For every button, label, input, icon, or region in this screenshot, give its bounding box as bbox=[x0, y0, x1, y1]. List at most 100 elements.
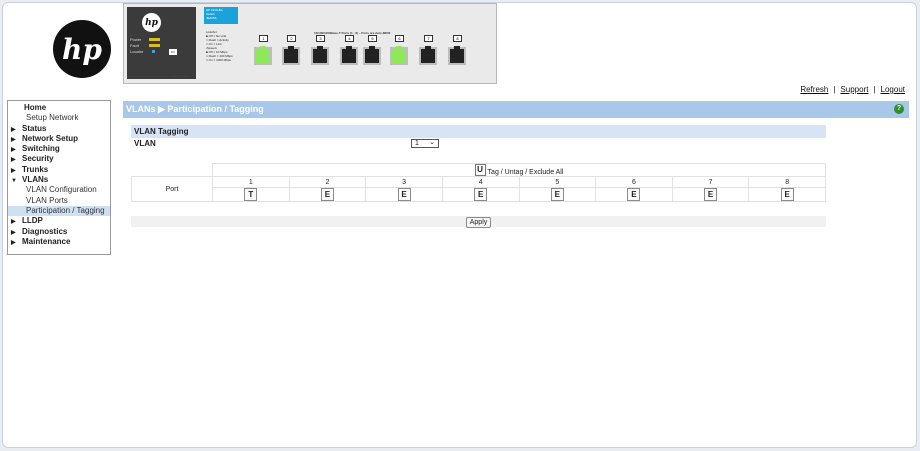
switch-front-panel: hp Power Fault Locator Fn ○ Reset ○ Clea… bbox=[123, 3, 497, 84]
hp-logo: hp bbox=[53, 20, 111, 78]
port-state-cell: E bbox=[748, 187, 826, 202]
tag-state-button[interactable]: T bbox=[244, 188, 258, 201]
port-number-label: 2 bbox=[287, 35, 296, 42]
link-separator: | bbox=[873, 85, 876, 94]
tag-state-button[interactable]: E bbox=[550, 188, 564, 201]
sidebar-item[interactable]: ▶ Switching bbox=[8, 144, 110, 154]
power-led bbox=[149, 38, 160, 41]
tag-all-label: Tag / Untag / Exclude All bbox=[487, 169, 564, 176]
sidebar-item[interactable]: VLAN Configuration bbox=[8, 185, 110, 195]
port-state-cell: E bbox=[518, 187, 597, 202]
help-icon[interactable]: ? bbox=[894, 104, 904, 114]
apply-row: Apply bbox=[131, 216, 826, 228]
sidebar-item[interactable]: Home bbox=[8, 103, 110, 113]
led-label-fault: Fault bbox=[130, 43, 139, 48]
sidebar-nav: Home Setup Network ▶ Status ▶ Network Setup ▶ S… bbox=[7, 100, 111, 255]
reset-clear-label: ○ Reset ○ Clear bbox=[169, 74, 191, 78]
ethernet-port-icon[interactable] bbox=[363, 46, 381, 65]
vlan-select-value: 1 bbox=[415, 140, 419, 147]
port-number-label: 4 bbox=[345, 35, 354, 42]
hp-mini-logo: hp bbox=[142, 13, 161, 32]
sidebar-item-label: Diagnostics bbox=[22, 226, 68, 236]
tag-state-button[interactable]: E bbox=[397, 188, 411, 201]
port-state-row: TEEEEEEE bbox=[132, 187, 826, 202]
ethernet-port-icon[interactable] bbox=[448, 46, 466, 65]
fault-led bbox=[149, 44, 160, 47]
port-number-cell: 1 bbox=[212, 176, 290, 188]
model-badge: HP 1910-8G Switch JE005A bbox=[204, 7, 238, 24]
page-title: VLANs ▶ Participation / Tagging bbox=[126, 104, 264, 114]
sidebar-item[interactable]: VLAN Ports bbox=[8, 196, 110, 206]
sidebar-item[interactable]: ▶ LLDP bbox=[8, 216, 110, 226]
switch-left-panel: hp Power Fault Locator Fn bbox=[127, 7, 196, 79]
sidebar-item[interactable]: ▶ Network Setup bbox=[8, 134, 110, 144]
vlan-label: VLAN bbox=[134, 139, 156, 148]
logout-link[interactable]: Logout bbox=[881, 85, 905, 94]
tag-state-button[interactable]: E bbox=[780, 188, 794, 201]
sidebar-item[interactable]: ▶ Trunks bbox=[8, 165, 110, 175]
legend-line: □ On = 1000 Mbps bbox=[206, 58, 231, 62]
ethernet-port-icon[interactable] bbox=[390, 46, 408, 65]
port-number-cell: 8 bbox=[748, 176, 826, 188]
caret-right-icon: ▶ bbox=[11, 157, 16, 164]
sidebar-item[interactable]: ▶ Maintenance bbox=[8, 237, 110, 247]
all-ports-row: U Tag / Untag / Exclude All bbox=[132, 163, 826, 177]
sidebar-item-label: VLAN Ports bbox=[26, 195, 68, 205]
port-number-label: 7 bbox=[424, 35, 433, 42]
sidebar-item[interactable]: ▶ Status bbox=[8, 124, 110, 134]
apply-button[interactable]: Apply bbox=[465, 217, 492, 228]
vlan-row: VLAN 1 ⌄ bbox=[131, 138, 826, 149]
port-number-label: 6 bbox=[395, 35, 404, 42]
support-link[interactable]: Support bbox=[840, 85, 868, 94]
sidebar-item-label: Maintenance bbox=[22, 236, 71, 246]
port-number-cell: 6 bbox=[595, 176, 673, 188]
port-state-cell: E bbox=[288, 187, 367, 202]
fn-button: Fn bbox=[169, 49, 177, 55]
sidebar-item-label: Switching bbox=[22, 144, 60, 154]
sidebar-item[interactable]: Participation / Tagging bbox=[8, 205, 110, 217]
sidebar-item-label: Setup Network bbox=[26, 113, 79, 123]
port-number-label: 8 bbox=[453, 35, 462, 42]
sidebar-item-label: Trunks bbox=[22, 164, 49, 174]
port-number-cell: 2 bbox=[288, 176, 367, 188]
port-number-row: Port 12345678 bbox=[131, 176, 826, 202]
caret-right-icon: ▶ bbox=[11, 239, 16, 246]
port-number-cell: 4 bbox=[441, 176, 520, 188]
port-number-cell: 3 bbox=[365, 176, 443, 188]
caret-down-icon: ▼ bbox=[11, 178, 17, 185]
top-links: Refresh | Support | Logout bbox=[800, 85, 905, 94]
vlan-select[interactable]: 1 ⌄ bbox=[411, 139, 439, 148]
ethernet-port-icon[interactable] bbox=[254, 46, 272, 65]
sidebar-item-label: Home bbox=[24, 103, 47, 112]
section-heading: VLAN Tagging bbox=[131, 125, 826, 138]
ethernet-port-icon[interactable] bbox=[419, 46, 437, 65]
sidebar-item[interactable]: ▼ VLANs bbox=[8, 175, 110, 185]
port-number-label: 1 bbox=[259, 35, 268, 42]
sidebar-item-label: Participation / Tagging bbox=[26, 205, 105, 215]
port-header: Port bbox=[131, 176, 213, 202]
all-ports-cell: U Tag / Untag / Exclude All bbox=[212, 163, 826, 177]
port-state-cell: E bbox=[671, 187, 750, 202]
tag-state-button[interactable]: E bbox=[474, 188, 488, 201]
model-line: JE005A bbox=[206, 16, 217, 20]
tag-state-button[interactable]: E bbox=[704, 188, 718, 201]
sidebar-item-label: Status bbox=[22, 123, 47, 133]
sidebar-item[interactable]: ▶ Diagnostics bbox=[8, 227, 110, 237]
refresh-link[interactable]: Refresh bbox=[800, 85, 828, 94]
port-number-label: 3 bbox=[316, 35, 325, 42]
sidebar-item[interactable]: ▶ Security bbox=[8, 154, 110, 164]
sidebar-item[interactable]: Setup Network bbox=[8, 113, 110, 123]
sidebar-item-label: Security bbox=[22, 154, 54, 164]
ethernet-port-icon[interactable] bbox=[282, 46, 300, 65]
led-legend: Link/Act ■ Off = No Link □ Flash = Activ… bbox=[206, 30, 244, 62]
tag-state-button[interactable]: E bbox=[320, 188, 334, 201]
ethernet-port-icon[interactable] bbox=[340, 46, 358, 65]
ethernet-port-icon[interactable] bbox=[311, 46, 329, 65]
sidebar-item-label: LLDP bbox=[22, 216, 43, 226]
link-separator: | bbox=[833, 85, 836, 94]
page-title-bar: VLANs ▶ Participation / Tagging ? bbox=[123, 101, 909, 118]
tag-all-button[interactable]: U bbox=[474, 164, 486, 176]
tag-state-button[interactable]: E bbox=[627, 188, 641, 201]
caret-right-icon: ▶ bbox=[11, 219, 16, 226]
port-state-cell: T bbox=[212, 187, 290, 202]
